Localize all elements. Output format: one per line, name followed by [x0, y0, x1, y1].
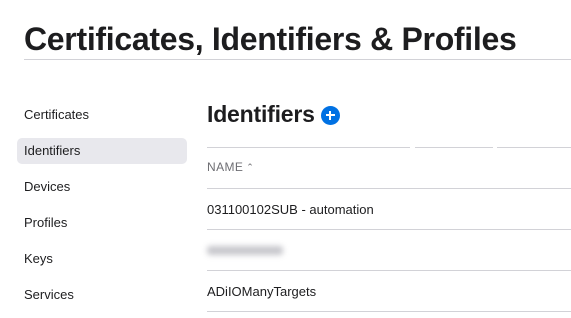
plus-circle-icon[interactable]: [320, 105, 340, 125]
sidebar-item-certificates[interactable]: Certificates: [17, 102, 187, 128]
chevron-up-icon: ⌃: [246, 161, 255, 172]
sidebar-item-devices[interactable]: Devices: [17, 174, 187, 200]
table-row[interactable]: ADiIOManyTargets: [207, 284, 316, 299]
table-row[interactable]: 031100102SUB - automation: [207, 202, 374, 217]
section-title: Identifiers: [207, 101, 315, 127]
row-divider: [207, 270, 571, 271]
column-divider: [497, 147, 571, 148]
column-header-name[interactable]: NAME ⌃: [207, 160, 254, 174]
section-header: Identifiers: [207, 99, 340, 129]
sidebar-item-profiles[interactable]: Profiles: [17, 210, 187, 236]
table-row-obscured[interactable]: [207, 243, 283, 258]
sidebar-item-identifiers[interactable]: Identifiers: [17, 138, 187, 164]
sidebar-item-services[interactable]: Services: [17, 282, 187, 308]
row-divider: [207, 188, 571, 189]
page-title: Certificates, Identifiers & Profiles: [24, 21, 517, 57]
obscured-name: [207, 246, 283, 255]
title-divider: [24, 59, 571, 60]
sidebar-nav: Certificates Identifiers Devices Profile…: [17, 102, 187, 318]
row-divider: [207, 311, 571, 312]
column-header-label: NAME: [207, 160, 244, 174]
column-divider: [415, 147, 493, 148]
row-divider: [207, 229, 571, 230]
column-divider: [207, 147, 410, 148]
sidebar-item-keys[interactable]: Keys: [17, 246, 187, 272]
